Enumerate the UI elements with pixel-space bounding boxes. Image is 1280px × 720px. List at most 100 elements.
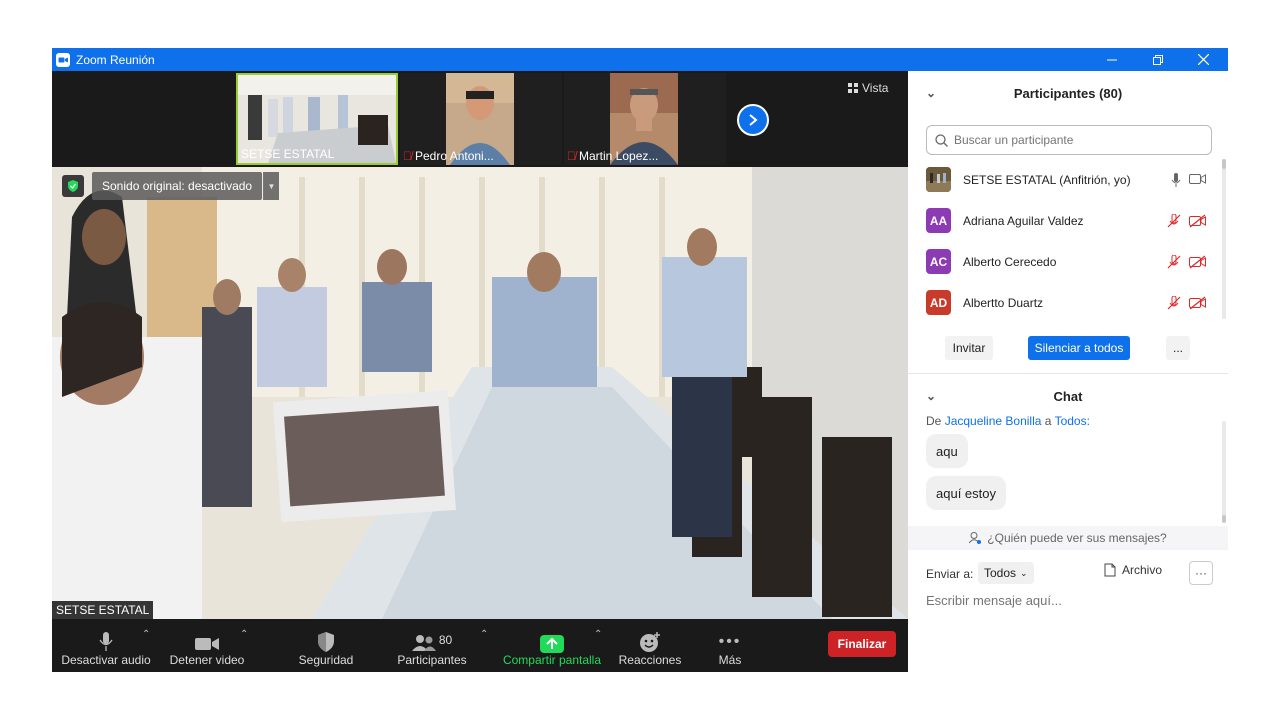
participant-status [1167,254,1206,269]
participant-row[interactable]: AD Albertto Duartz [908,282,1228,323]
thumbnail-name: 🎙̸ Martin Lopez... [567,149,659,163]
video-off-icon[interactable] [1189,296,1206,310]
main-video: Sonido original: desactivado ▼ SETSE EST… [52,167,908,619]
invite-button[interactable]: Invitar [945,336,993,360]
chat-message: aqu [926,434,968,468]
muted-mic-icon[interactable] [1167,254,1181,269]
chat-header: ⌄ Chat [908,376,1228,416]
user-shield-icon [969,532,982,544]
chat-scrollbar[interactable] [1222,421,1226,521]
next-page-button[interactable] [737,104,769,136]
chevron-right-icon [749,114,758,126]
send-to-row: Enviar a: Todos ⌄ Archivo ··· [908,561,1228,585]
shield-icon [318,632,334,652]
chat-recipient: Todos: [1054,416,1090,428]
participant-search-input[interactable] [954,133,1194,147]
end-meeting-button[interactable]: Finalizar [828,631,896,657]
thumbnail-tile[interactable]: SETSE ESTATAL [236,73,398,165]
participant-status [1167,295,1206,310]
participant-avatar: AA [926,208,951,233]
participants-list: SETSE ESTATAL (Anfitrión, yo) AA Adriana… [908,159,1228,323]
participant-name: Adriana Aguilar Valdez [963,213,1084,228]
video-off-icon[interactable] [1189,214,1206,228]
participants-scrollbar[interactable] [1222,159,1226,319]
video-camera-icon [195,638,219,650]
participant-row[interactable]: SETSE ESTATAL (Anfitrión, yo) [908,159,1228,200]
chat-title: Chat [1053,388,1083,404]
zoom-window: Zoom Reunión SETSE ESTATAL 🎙̸ Pedro Anto… [52,48,1228,672]
thumbnail-tile[interactable]: 🎙̸ Martin Lopez... [564,73,726,165]
participant-search[interactable] [926,125,1212,155]
panel-divider [908,373,1228,374]
share-screen-button[interactable]: Compartir pantalla [502,623,602,669]
who-can-see-link[interactable]: ¿Quién puede ver sus mensajes? [908,526,1228,550]
muted-mic-icon[interactable] [1167,295,1181,310]
chat-scroll-thumb[interactable] [1222,515,1226,523]
active-speaker-video [52,167,908,619]
video-options-caret[interactable]: ⌃ [240,629,248,640]
muted-mic-icon: 🎙̸ [403,149,412,163]
participants-options-caret[interactable]: ⌃ [480,629,488,640]
meeting-area: SETSE ESTATAL 🎙̸ Pedro Antoni... 🎙̸ Mart… [52,71,908,672]
host-avatar [926,167,951,192]
microphone-icon [99,632,113,651]
share-options-caret[interactable]: ⌃ [594,629,602,640]
reactions-button[interactable]: Reacciones [616,623,684,669]
original-sound-dropdown[interactable]: ▼ [263,172,279,200]
participant-row[interactable]: AC Alberto Cerecedo [908,241,1228,282]
chevron-down-icon: ▼ [267,181,276,191]
grid-view-icon [848,83,858,93]
participants-icon [411,635,436,651]
minimize-icon [1107,59,1117,60]
chat-more-button[interactable]: ··· [1189,561,1213,585]
file-icon [1104,563,1116,577]
chat-message-input[interactable] [926,593,1212,608]
share-screen-icon [540,635,564,653]
speaker-name-label: SETSE ESTATAL [52,601,154,619]
emoji-reaction-icon [640,632,660,652]
participants-scroll-thumb[interactable] [1222,159,1226,169]
zoom-logo-icon [56,52,70,67]
participants-button[interactable]: 80 Participantes [392,623,472,669]
audio-options-caret[interactable]: ⌃ [142,629,150,640]
participants-more-button[interactable]: ... [1166,336,1190,360]
close-button[interactable] [1180,48,1226,71]
mute-all-button[interactable]: Silenciar a todos [1028,336,1130,360]
collapse-participants-icon[interactable]: ⌄ [926,86,936,100]
stop-video-button[interactable]: Detener video [164,623,250,669]
microphone-icon[interactable] [1171,172,1181,187]
collapse-chat-icon[interactable]: ⌄ [926,389,936,403]
search-icon [935,133,948,147]
participant-avatar: AD [926,290,951,315]
security-button[interactable]: Seguridad [292,623,360,669]
participant-status [1167,213,1206,228]
title-bar: Zoom Reunión [52,48,1228,71]
chat-sender-name[interactable]: Jacqueline Bonilla [945,416,1042,428]
video-off-icon[interactable] [1189,255,1206,269]
restore-icon [1153,54,1163,65]
participant-name: Albertto Duartz [963,295,1044,310]
participant-actions: Invitar Silenciar a todos ... [908,336,1228,360]
shield-icon [68,180,78,192]
chat-sender-line: De Jacqueline Bonilla a Todos: [926,416,1090,428]
view-button[interactable]: Vista [848,81,888,95]
thumbnail-tile[interactable]: 🎙̸ Pedro Antoni... [400,73,562,165]
send-to-label: Enviar a: [926,567,974,581]
participant-status [1171,172,1206,187]
participant-row[interactable]: AA Adriana Aguilar Valdez [908,200,1228,241]
restore-button[interactable] [1135,48,1181,71]
thumbnail-name: SETSE ESTATAL [241,147,335,161]
original-sound-toggle[interactable]: Sonido original: desactivado [92,172,263,200]
minimize-button[interactable] [1089,48,1135,71]
participants-header: ⌄ Participantes (80) [908,71,1228,115]
mute-button[interactable]: Desactivar audio [61,623,151,669]
window-title: Zoom Reunión [76,52,155,67]
participant-avatar: AC [926,249,951,274]
participant-name: Alberto Cerecedo [963,254,1057,269]
more-button[interactable]: ••• Más [702,623,758,669]
send-to-select[interactable]: Todos ⌄ [978,562,1034,584]
muted-mic-icon[interactable] [1167,213,1181,228]
security-status-button[interactable] [62,175,84,197]
video-camera-icon[interactable] [1189,173,1206,185]
file-button[interactable]: Archivo [1104,563,1162,577]
